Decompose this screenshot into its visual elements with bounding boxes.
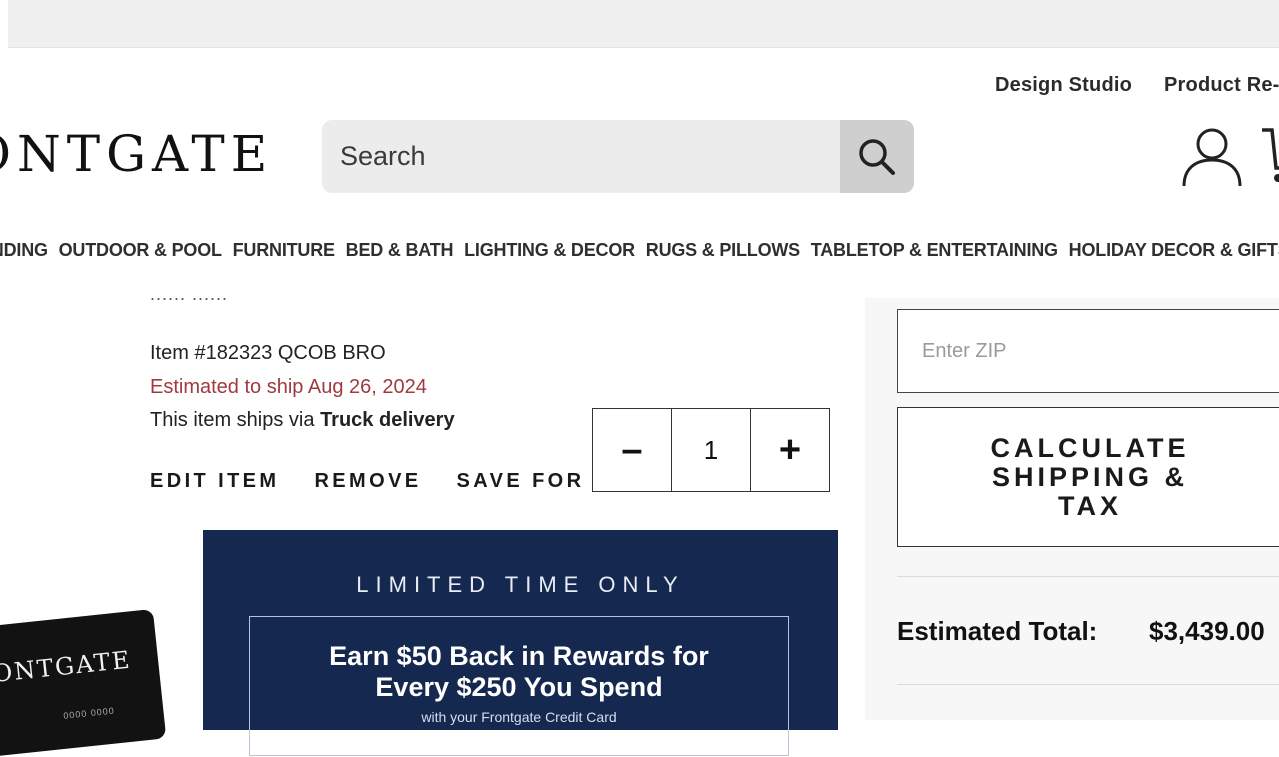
quantity-decrease-button[interactable]: – — [593, 409, 672, 491]
nav-item-holiday-decor-gifts[interactable]: HOLIDAY DECOR & GIFTS — [1069, 240, 1279, 260]
quantity-number: 1 — [703, 434, 719, 465]
item-option-text: ...... ...... — [150, 284, 229, 304]
nav-item-bed-bath[interactable]: BED & BATH — [346, 240, 454, 260]
nav-item-bedding[interactable]: INDING — [0, 240, 48, 260]
summary-divider-bottom — [897, 684, 1279, 685]
frontgate-logo[interactable]: ONTGATE — [0, 124, 273, 184]
zip-input[interactable] — [897, 309, 1279, 393]
search-button[interactable] — [840, 120, 914, 193]
search-icon — [859, 138, 895, 175]
remove-link[interactable]: REMOVE — [314, 470, 421, 492]
promo-kicker: LIMITED TIME ONLY — [356, 572, 685, 597]
promo-headline-line2: Every $250 You Spend — [375, 672, 663, 702]
card-logo: ONTGATE — [0, 645, 133, 688]
promo-headline: Earn $50 Back in Rewards for Every $250 … — [250, 641, 788, 703]
estimated-total-label: Estimated Total: — [897, 616, 1098, 646]
browser-address-bar — [8, 0, 1279, 48]
product-link[interactable]: Product Re- — [1164, 74, 1279, 97]
promo-subtext: with your Frontgate Credit Card — [421, 709, 617, 725]
edit-item-link[interactable]: EDIT ITEM — [150, 470, 280, 492]
nav-item-furniture[interactable]: FURNITURE — [233, 240, 335, 260]
nav-item-tabletop-entertaining[interactable]: TABLETOP & ENTERTAINING — [811, 240, 1058, 260]
save-for-later-link[interactable]: SAVE FOR LATER — [457, 470, 602, 492]
account-icon[interactable] — [1180, 124, 1244, 188]
quantity-increase-button[interactable]: + — [751, 409, 829, 491]
nav-item-lighting-decor[interactable]: LIGHTING & DECOR — [464, 240, 635, 260]
promo-box: Earn $50 Back in Rewards for Every $250 … — [249, 616, 789, 756]
item-actions: EDIT ITEM REMOVE SAVE FOR LATER — [150, 470, 602, 493]
nav-item-rugs-pillows[interactable]: RUGS & PILLOWS — [646, 240, 800, 260]
main-navigation: INDING OUTDOOR & POOL FURNITURE BED & BA… — [0, 240, 1279, 268]
design-studio-link[interactable]: Design Studio — [995, 74, 1132, 97]
summary-divider — [897, 576, 1279, 577]
calculate-shipping-button[interactable]: CALCULATE SHIPPING & TAX — [897, 407, 1279, 547]
nav-item-outdoor-pool[interactable]: OUTDOOR & POOL — [59, 240, 222, 260]
calculate-shipping-label: CALCULATE SHIPPING & TAX — [990, 432, 1190, 521]
search-bar — [322, 120, 914, 193]
ships-via-prefix: This item ships via — [150, 409, 321, 431]
item-number: Item #182323 QCOB BRO — [150, 342, 386, 364]
promo-headline-line1: Earn $50 Back in Rewards for — [329, 641, 709, 671]
quantity-stepper: – 1 + — [592, 408, 830, 492]
card-number-text: 0000 0000 — [62, 705, 116, 721]
search-input[interactable] — [322, 120, 840, 193]
minus-icon: – — [621, 428, 643, 471]
credit-card-image: ONTGATE 0000 0000 — [0, 608, 167, 757]
ships-via-method: Truck delivery — [320, 409, 455, 431]
cart-icon[interactable] — [1260, 126, 1279, 186]
estimated-total-value: $3,439.00 — [1149, 616, 1265, 646]
ships-via-text: This item ships via Truck delivery — [150, 409, 455, 432]
estimated-ship-date: Estimated to ship Aug 26, 2024 — [150, 376, 427, 398]
promo-banner[interactable]: LIMITED TIME ONLY Earn $50 Back in Rewar… — [203, 530, 838, 756]
quantity-value[interactable]: 1 — [672, 409, 751, 491]
plus-icon: + — [778, 428, 802, 471]
